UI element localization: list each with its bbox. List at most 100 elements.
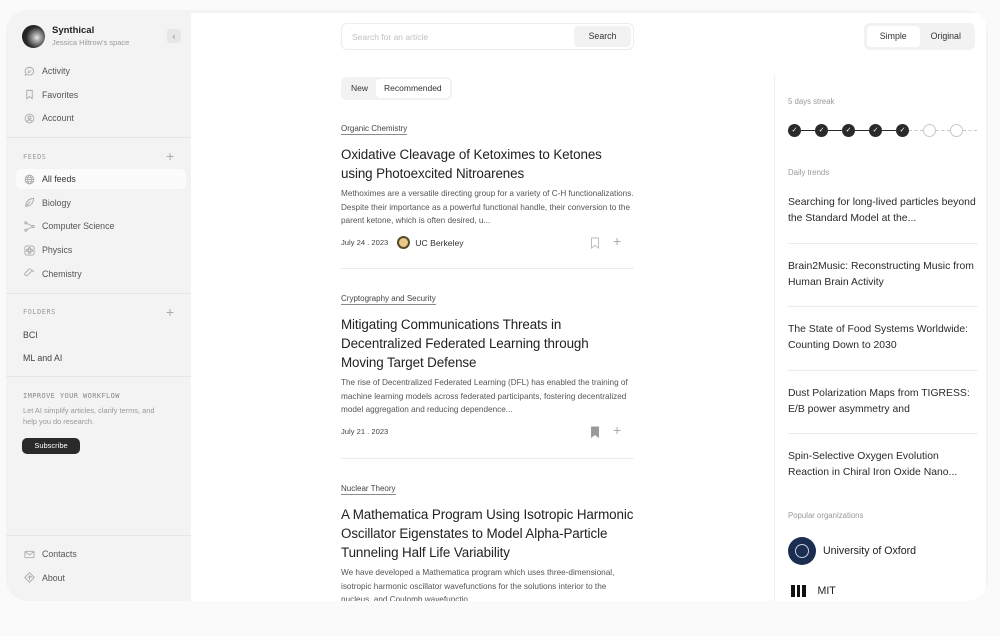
leaf-icon (23, 197, 35, 209)
bookmark-icon (23, 89, 35, 101)
add-feed-button[interactable]: + (166, 149, 174, 163)
search-button[interactable]: Search (574, 26, 631, 47)
nav-item-label: About (42, 572, 65, 583)
workspace-switcher[interactable]: Synthical Jessica Hiltrow's space (22, 25, 129, 48)
streak-connector (855, 130, 869, 131)
plus-icon: + (166, 304, 175, 320)
add-to-folder-button[interactable]: + (613, 233, 621, 249)
view-mode-toggle: Simple Original (864, 23, 975, 50)
folder-item-bci[interactable]: BCI (23, 330, 38, 340)
test-tube-icon (23, 268, 35, 280)
article-category-link[interactable]: Cryptography and Security (341, 294, 436, 305)
tab-new[interactable]: New (343, 79, 376, 98)
article-category-link[interactable]: Organic Chemistry (341, 124, 408, 135)
app-window: Synthical Jessica Hiltrow's space ‹ Acti… (6, 10, 988, 601)
promo-text: Let AI simplify articles, clarify terms,… (23, 406, 155, 426)
bookmark-button-active[interactable] (590, 426, 600, 438)
nav-item-label: Favorites (42, 89, 79, 100)
feed-item-biology[interactable]: Biology (16, 193, 186, 213)
sidebar-divider (6, 293, 191, 294)
feed-item-chemistry[interactable]: Chemistry (16, 264, 186, 284)
feed-item-all-feeds[interactable]: All feeds (16, 169, 186, 189)
article-title-link[interactable]: A Mathematica Program Using Isotropic Ha… (341, 505, 634, 562)
trend-item-link[interactable]: Dust Polarization Maps from TIGRESS: E/B… (788, 386, 978, 418)
collapse-sidebar-button[interactable]: ‹ (167, 29, 181, 43)
org-name: MIT (817, 585, 836, 597)
check-icon: ✓ (899, 127, 906, 134)
streak-tracker: ✓ ✓ ✓ ✓ ✓ (788, 124, 978, 138)
add-to-folder-button[interactable]: + (613, 422, 621, 438)
org-name: University of Oxford (823, 545, 917, 557)
trend-item-link[interactable]: Brain2Music: Reconstructing Music from H… (788, 259, 978, 291)
top-nav: Activity Favorites Account (16, 61, 186, 132)
bottom-nav: Contacts About (16, 544, 186, 591)
streak-day-pending (923, 124, 936, 137)
feed-item-computer-science[interactable]: Computer Science (16, 216, 186, 236)
add-folder-button[interactable]: + (166, 304, 175, 320)
article-excerpt: We have developed a Mathematica program … (341, 568, 615, 601)
trend-item-link[interactable]: The State of Food Systems Worldwide: Cou… (788, 322, 978, 354)
article-title-link[interactable]: Oxidative Cleavage of Ketoximes to Keton… (341, 145, 634, 183)
org-item-oxford[interactable]: University of Oxford (788, 537, 916, 565)
streak-day-complete: ✓ (788, 124, 801, 137)
article-org-link[interactable]: UC Berkeley (415, 238, 463, 248)
feed-item-label: Chemistry (42, 268, 82, 279)
article-card: Organic Chemistry Oxidative Cleavage of … (341, 118, 634, 251)
streak-connector (882, 130, 896, 131)
plus-icon: + (613, 421, 622, 438)
mit-logo-icon (791, 585, 806, 597)
folder-item-ml-and-ai[interactable]: ML and AI (23, 353, 62, 363)
nodes-icon (23, 220, 35, 232)
article-divider (341, 458, 634, 459)
feeds-list: All feeds Biology Computer Science Physi… (16, 169, 186, 287)
article-divider (341, 268, 634, 269)
sidebar-divider (6, 376, 191, 377)
streak-day-pending (950, 124, 963, 137)
tab-recommended[interactable]: Recommended (376, 79, 450, 98)
article-excerpt: The rise of Decentralized Federated Lear… (341, 378, 628, 414)
article-category-link[interactable]: Nuclear Theory (341, 484, 396, 495)
bookmark-button[interactable] (590, 237, 600, 249)
nav-item-account[interactable]: Account (16, 108, 186, 128)
view-option-simple[interactable]: Simple (867, 26, 920, 47)
check-icon: ✓ (845, 127, 852, 134)
article-card: Cryptography and Security Mitigating Com… (341, 288, 634, 440)
streak-connector (801, 130, 815, 131)
org-logo-icon (397, 236, 411, 249)
feed-tabs: New Recommended (341, 77, 452, 100)
nav-item-contacts[interactable]: Contacts (16, 544, 186, 564)
oxford-crest-icon (788, 537, 816, 565)
nav-item-about[interactable]: About (16, 568, 186, 588)
trend-item-link[interactable]: Searching for long-lived particles beyon… (788, 195, 978, 227)
trend-item-link[interactable]: Spin-Selective Oxygen Evolution Reaction… (788, 449, 978, 481)
article-meta: July 24 . 2023 UC Berkeley + (341, 233, 634, 251)
right-panel-divider (774, 76, 775, 601)
check-icon: ✓ (791, 127, 798, 134)
org-item-mit[interactable]: MIT (788, 585, 836, 597)
brand-name: Synthical (52, 25, 95, 36)
streak-connector (909, 130, 923, 131)
article-date: July 21 . 2023 (341, 427, 389, 436)
subscribe-button[interactable]: Subscribe (22, 438, 80, 454)
feed-item-physics[interactable]: Physics (16, 240, 186, 260)
bookmark-filled-icon (591, 426, 599, 438)
sidebar-divider (6, 137, 191, 138)
search-bar: Search (341, 23, 634, 50)
trend-divider (788, 433, 978, 434)
streak-label: 5 days streak (788, 97, 835, 106)
folders-section-label: FOLDERS (23, 308, 56, 316)
article-excerpt: Methoximes are a versatile directing gro… (341, 189, 634, 225)
article-title-link[interactable]: Mitigating Communications Threats in Dec… (341, 315, 634, 372)
nav-item-favorites[interactable]: Favorites (16, 85, 186, 105)
nav-item-activity[interactable]: Activity (16, 61, 186, 81)
user-circle-icon (23, 112, 35, 124)
search-input[interactable] (342, 24, 572, 49)
view-option-original[interactable]: Original (920, 26, 973, 47)
article-card: Nuclear Theory A Mathematica Program Usi… (341, 478, 634, 601)
article-date: July 24 . 2023 (341, 238, 389, 247)
plus-icon: + (613, 232, 622, 249)
streak-connector (828, 130, 842, 131)
nav-item-label: Account (42, 113, 74, 124)
signpost-icon (23, 572, 35, 584)
bookmark-icon (591, 237, 599, 249)
